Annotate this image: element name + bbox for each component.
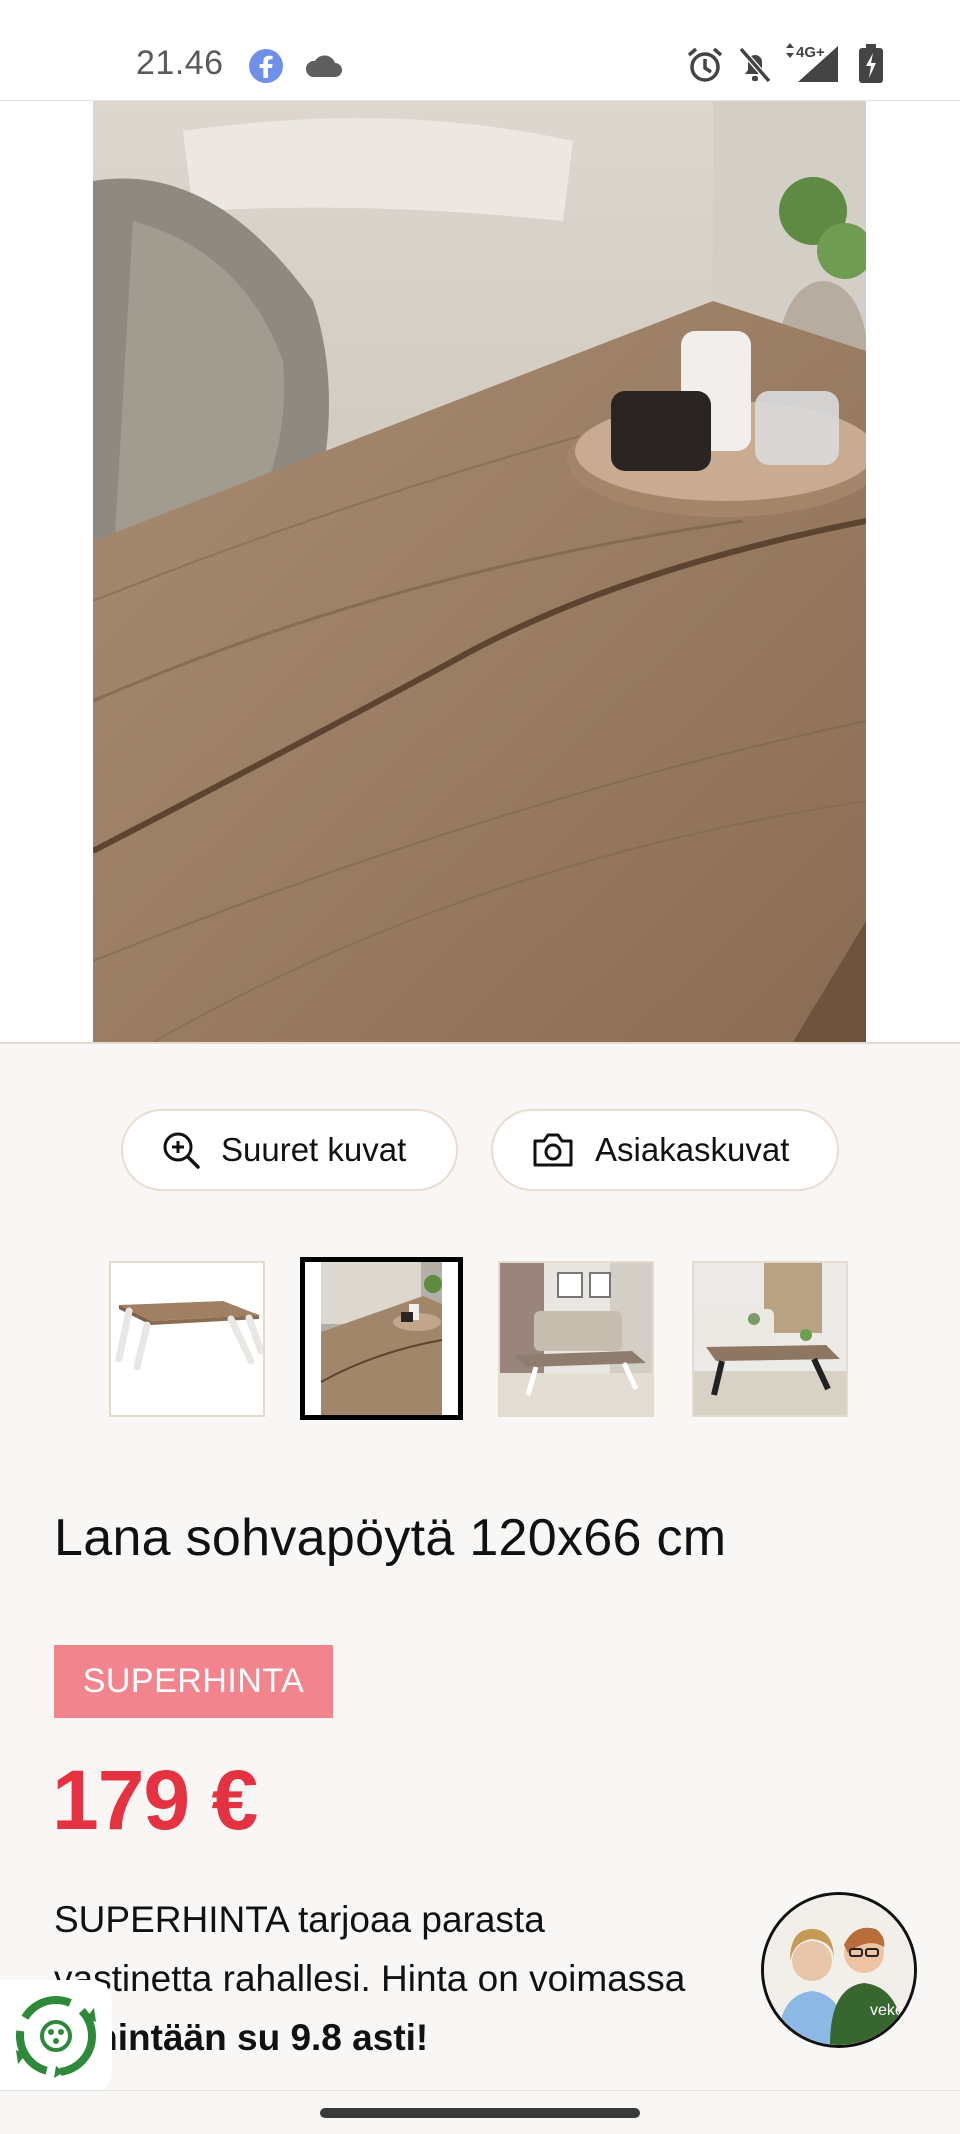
customer-service-chat-button[interactable]: veke bbox=[761, 1892, 917, 2048]
system-navigation-bar bbox=[0, 2090, 960, 2134]
price-description: SUPERHINTA tarjoaa parasta vastinetta ra… bbox=[54, 1890, 694, 2067]
alarm-icon bbox=[687, 47, 723, 82]
svg-text:veke: veke bbox=[870, 2002, 904, 2019]
price-description-text: SUPERHINTA tarjoaa parasta vastinetta ra… bbox=[54, 1899, 686, 1999]
status-time: 21.46 bbox=[136, 44, 224, 82]
large-images-button[interactable]: Suuret kuvat bbox=[121, 1109, 458, 1191]
recycle-button[interactable] bbox=[0, 1980, 112, 2092]
notifications-off-icon bbox=[738, 47, 772, 83]
thumbnail-3[interactable] bbox=[498, 1261, 654, 1417]
avatar: veke bbox=[764, 1895, 914, 2045]
product-title: Lana sohvapöytä 120x66 cm bbox=[54, 1509, 727, 1567]
thumbnail-4[interactable] bbox=[692, 1261, 848, 1417]
battery-charging-icon bbox=[859, 44, 883, 83]
thumbnail-2[interactable] bbox=[300, 1257, 463, 1420]
product-image-area[interactable] bbox=[0, 101, 960, 1044]
product-main-image[interactable] bbox=[93, 101, 866, 1042]
superhinta-badge: SUPERHINTA bbox=[54, 1645, 333, 1718]
zoom-in-icon bbox=[163, 1132, 200, 1169]
facebook-icon bbox=[249, 49, 283, 83]
cloud-icon bbox=[305, 55, 342, 77]
thumbnail-1[interactable] bbox=[109, 1261, 265, 1417]
customer-images-label: Asiakaskuvat bbox=[595, 1131, 790, 1168]
status-bar: 21.46 4G+ bbox=[0, 0, 960, 101]
large-images-label: Suuret kuvat bbox=[221, 1131, 407, 1168]
signal-4g-icon: 4G+ bbox=[786, 43, 838, 82]
home-gesture-handle[interactable] bbox=[320, 2108, 640, 2118]
camera-icon bbox=[533, 1133, 573, 1167]
svg-text:4G+: 4G+ bbox=[796, 44, 825, 61]
customer-images-button[interactable]: Asiakaskuvat bbox=[491, 1109, 839, 1191]
product-price: 179 € bbox=[52, 1753, 258, 1847]
recycle-icon bbox=[16, 1996, 96, 2078]
